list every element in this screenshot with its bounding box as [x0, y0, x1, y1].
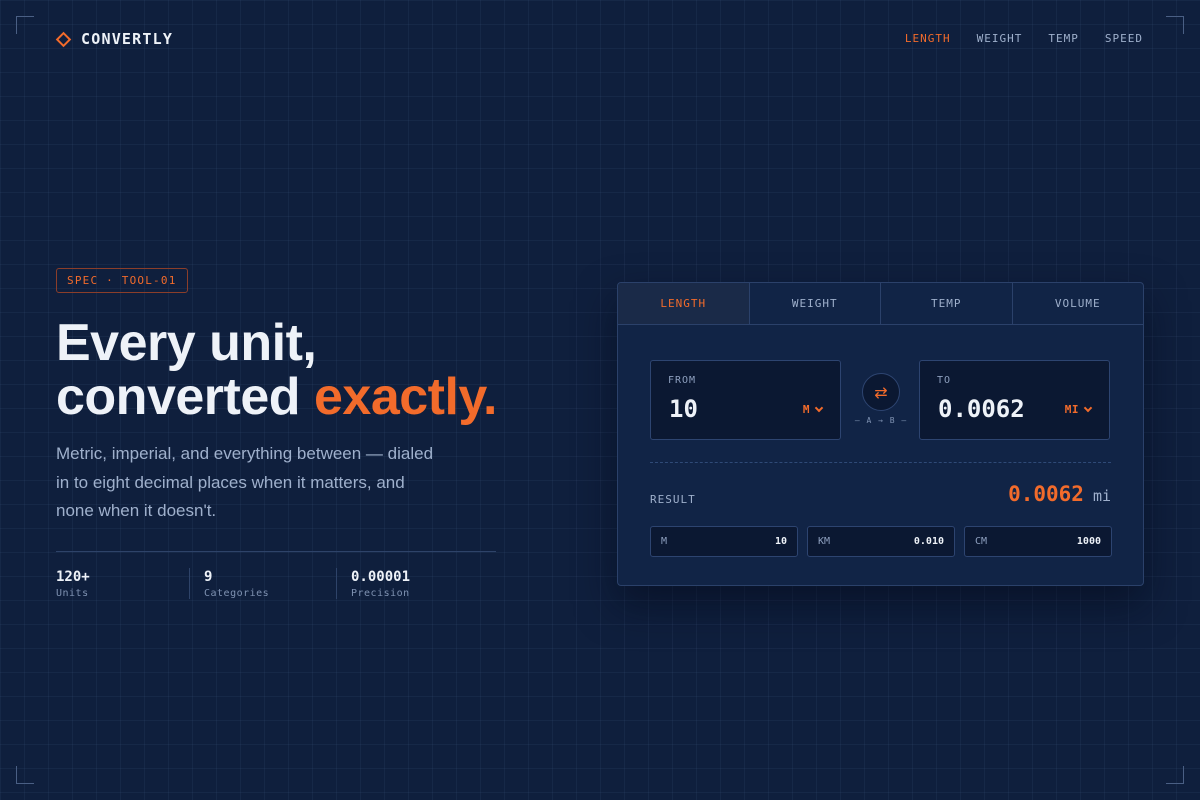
tab-weight[interactable]: WEIGHT: [750, 283, 881, 324]
to-unit-label: MI: [1064, 403, 1079, 416]
stat-value: 0.00001: [351, 569, 411, 585]
swap-button[interactable]: ⇄: [862, 373, 900, 411]
hero-description: Metric, imperial, and everything between…: [56, 444, 434, 520]
stat-value: 9: [204, 569, 213, 585]
hero-headline: Every unit, converted exactly.: [56, 316, 497, 424]
chip-unit: KM: [818, 536, 831, 547]
frame-corner-top-right: [1166, 16, 1184, 34]
result-label: RESULT: [650, 493, 696, 506]
to-label: TO: [937, 375, 952, 386]
from-unit-select[interactable]: M: [802, 403, 824, 416]
equivalents-row: M 10 KM 0.010 CM 1000: [650, 526, 1112, 557]
headline-line-1: Every unit,: [56, 314, 317, 372]
equivalent-chip-km[interactable]: KM 0.010: [807, 526, 955, 557]
stat-label: Precision: [351, 588, 410, 599]
stats-divider: [56, 551, 496, 552]
swap-arrows-icon: ⇄: [874, 382, 888, 402]
to-field[interactable]: TO 0.0062 MI: [919, 360, 1110, 440]
tab-length[interactable]: LENGTH: [618, 283, 750, 324]
converter-card: LENGTH WEIGHT TEMP VOLUME FROM 10 M ⇄ — …: [617, 282, 1144, 586]
nav-link-speed[interactable]: SPEED: [1105, 32, 1143, 45]
brand-logo[interactable]: CONVERTLY: [55, 30, 173, 48]
equivalent-chip-cm[interactable]: CM 1000: [964, 526, 1112, 557]
stat-categories: 9 Categories: [189, 568, 336, 599]
from-value-input[interactable]: 10: [669, 395, 698, 423]
headline-accent: exactly.: [313, 368, 497, 426]
stat-units: 120+ Units: [56, 568, 189, 599]
chip-unit: M: [661, 536, 668, 547]
frame-corner-top-left: [16, 16, 34, 34]
to-unit-select[interactable]: MI: [1064, 403, 1093, 416]
headline-line-2-prefix: converted: [56, 368, 314, 426]
nav-link-length[interactable]: LENGTH: [905, 32, 951, 45]
result-readout: 0.0062 mi: [1008, 482, 1111, 506]
brand-name: CONVERTLY: [81, 30, 174, 48]
tab-volume[interactable]: VOLUME: [1013, 283, 1144, 324]
from-label: FROM: [668, 375, 697, 386]
stat-label: Categories: [204, 588, 270, 599]
equivalent-chip-m[interactable]: M 10: [650, 526, 798, 557]
chevron-down-icon: [1083, 403, 1093, 413]
stat-label: Units: [56, 588, 89, 599]
chip-unit: CM: [975, 536, 988, 547]
dashed-divider: [650, 462, 1111, 463]
tab-temp[interactable]: TEMP: [881, 283, 1013, 324]
from-field[interactable]: FROM 10 M: [650, 360, 841, 440]
converter-tabs: LENGTH WEIGHT TEMP VOLUME: [618, 283, 1143, 325]
spec-badge: SPEC · TOOL-01: [56, 268, 188, 293]
frame-corner-bottom-left: [16, 766, 34, 784]
chip-value: 10: [774, 536, 787, 547]
nav-link-temp[interactable]: TEMP: [1048, 32, 1079, 45]
nav-link-weight[interactable]: WEIGHT: [977, 32, 1023, 45]
stats-row: 120+ Units 9 Categories 0.00001 Precisio…: [56, 568, 424, 599]
stat-precision: 0.00001 Precision: [336, 568, 424, 599]
swap-caption: — A → B —: [854, 416, 908, 425]
stat-value: 120+: [56, 569, 90, 585]
chip-value: 0.010: [913, 536, 944, 547]
chevron-down-icon: [814, 403, 824, 413]
from-unit-label: M: [802, 403, 810, 416]
result-value: 0.0062: [1008, 482, 1084, 506]
frame-corner-bottom-right: [1166, 766, 1184, 784]
top-nav: LENGTH WEIGHT TEMP SPEED: [905, 32, 1143, 45]
diamond-logo-icon: [55, 31, 72, 47]
result-unit: mi: [1092, 487, 1111, 505]
chip-value: 1000: [1076, 536, 1101, 547]
to-value-output[interactable]: 0.0062: [938, 395, 1025, 423]
